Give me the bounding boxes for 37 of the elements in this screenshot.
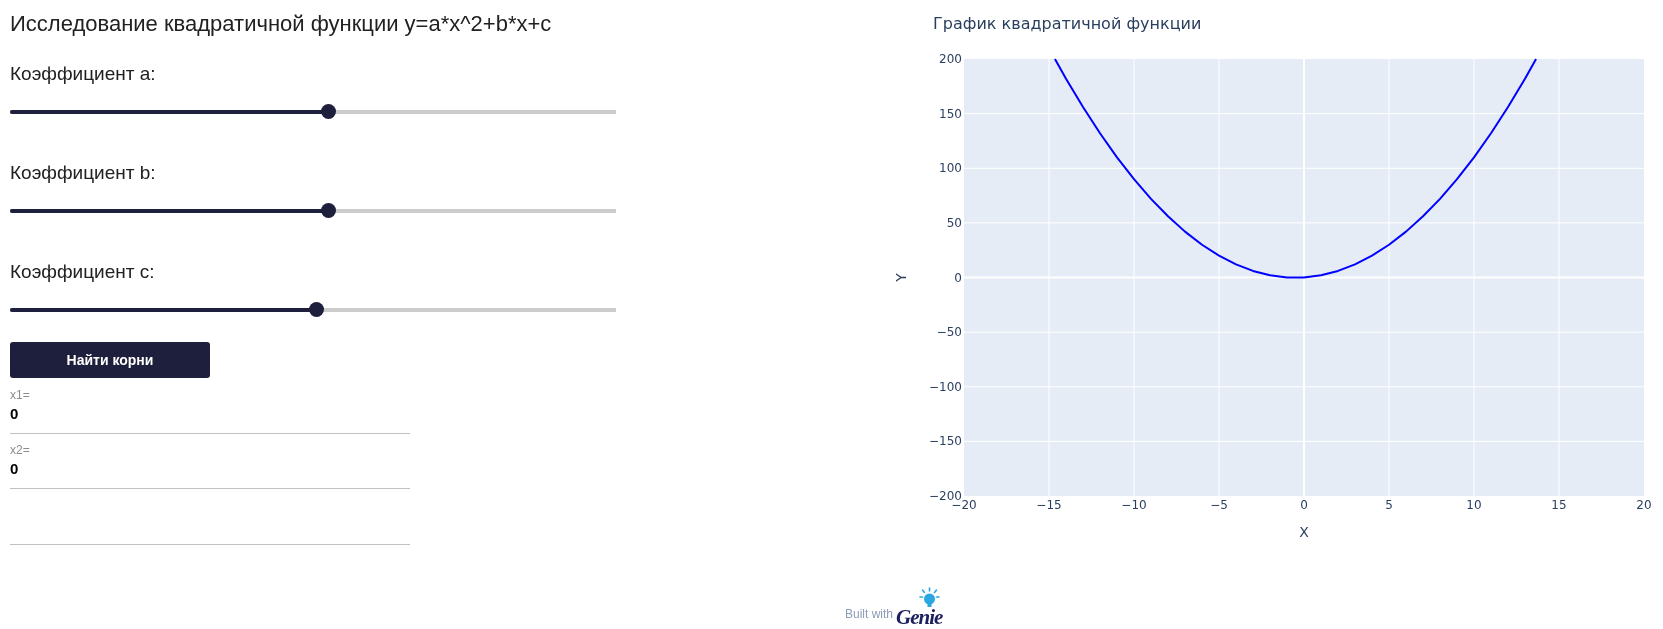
logo-text: Genie [896, 607, 943, 628]
axis-title: X [1299, 524, 1309, 540]
field-label: x1= [10, 387, 30, 403]
axis-tick-label: 0 [954, 270, 962, 285]
axis-tick-label: 10 [1466, 498, 1482, 512]
page-title: Исследование квадратичной функции y=a*x^2+b*x+c [10, 10, 552, 38]
field-value: 0 [10, 459, 19, 479]
slider-label: Коэффициент b: [10, 161, 156, 185]
field-value: 0 [10, 404, 19, 424]
axis-tick-label: 5 [1385, 498, 1393, 512]
slider-label: Коэффициент c: [10, 260, 155, 284]
bulb-icon [919, 587, 941, 607]
axis-tick-label: −150 [929, 434, 962, 449]
axis-tick-label: −5 [1210, 498, 1228, 512]
result-field[interactable]: x2= 0 [10, 434, 410, 489]
axis-tick-label: −10 [1121, 498, 1147, 512]
axis-tick-label: −200 [929, 489, 962, 503]
axis-tick-label: 200 [939, 52, 962, 66]
axis-tick-label: 15 [1551, 498, 1567, 512]
axis-tick-label: 0 [1300, 498, 1308, 512]
find-roots-button[interactable]: Найти корни [10, 342, 210, 378]
chart-title: График квадратичной функции [933, 14, 1202, 33]
result-field[interactable]: x1= 0 [10, 379, 410, 434]
slider-thumb[interactable] [321, 104, 337, 119]
axis-tick-label: −100 [929, 379, 962, 394]
footer-text: Built with [845, 607, 894, 621]
axis-tick-label: 150 [939, 106, 962, 121]
slider-thumb[interactable] [308, 302, 324, 317]
slider-thumb[interactable] [321, 203, 337, 218]
axis-tick-label: −15 [1036, 498, 1062, 512]
axis-tick-label: 50 [946, 215, 962, 230]
field-label: x2= [10, 442, 30, 458]
axis-tick-label: 100 [939, 161, 962, 176]
slider-label: Коэффициент a: [10, 62, 156, 86]
axis-tick-label: −50 [936, 325, 962, 340]
axis-tick-label: 20 [1636, 498, 1652, 512]
axis-title: Y [893, 273, 909, 282]
